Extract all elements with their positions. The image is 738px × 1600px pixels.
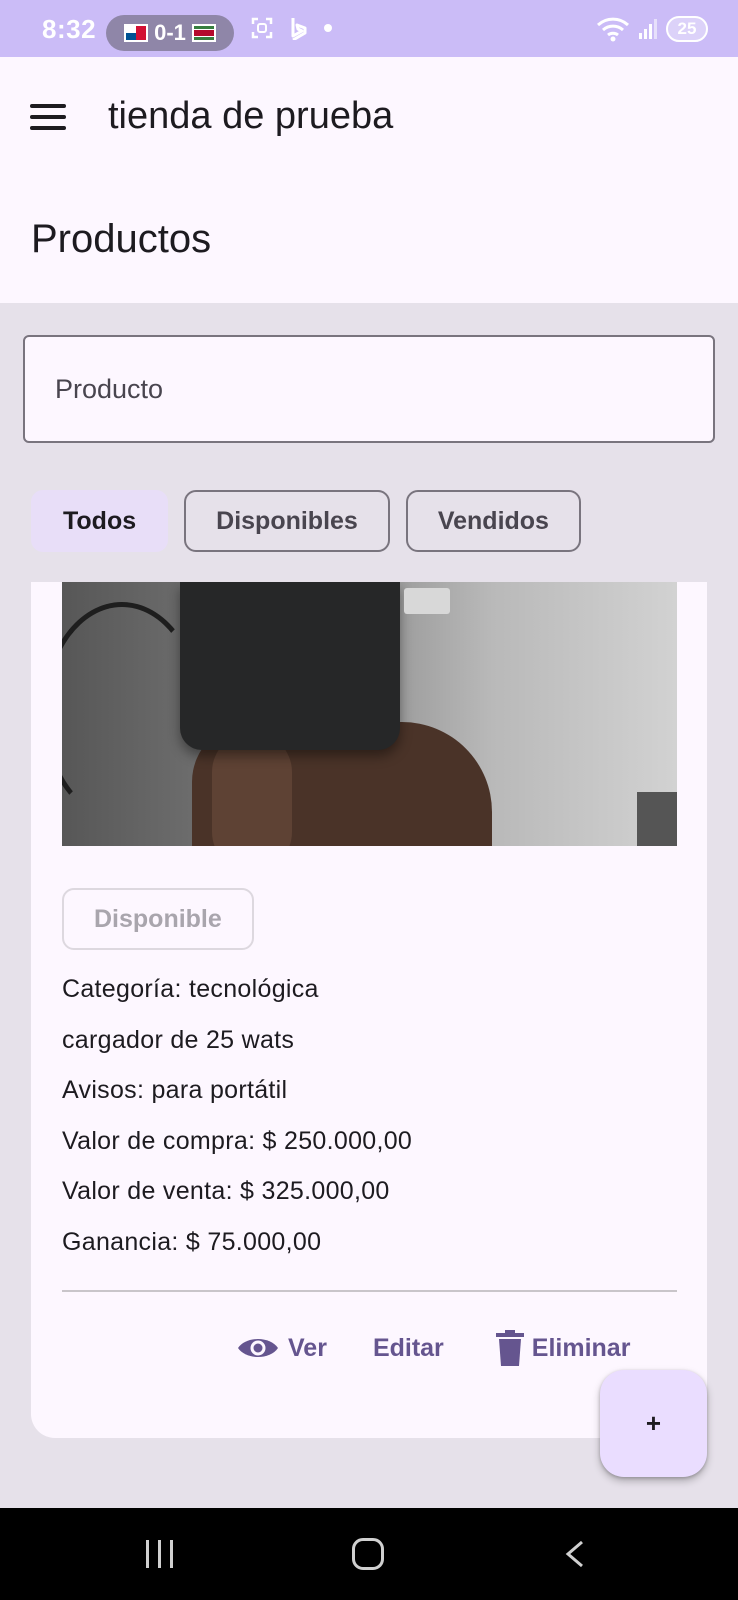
filter-chips: Todos Disponibles Vendidos	[31, 490, 581, 552]
wifi-icon	[596, 17, 630, 42]
app-title: tienda de prueba	[108, 95, 394, 137]
menu-icon	[30, 104, 66, 108]
edit-label: Editar	[372, 1333, 444, 1362]
product-details: Categoría: tecnológica cargador de 25 wa…	[62, 974, 677, 1277]
delete-label: Eliminar	[531, 1333, 631, 1362]
edit-button[interactable]: Editar	[373, 1324, 444, 1372]
divider	[62, 1290, 677, 1292]
suriname-flag-icon	[191, 24, 216, 42]
eye-icon	[238, 1339, 278, 1357]
product-notes: Avisos: para portátil	[62, 1076, 288, 1104]
status-bar: 8:32 0-1 25	[0, 0, 738, 57]
filter-chip-disponibles[interactable]: Disponibles	[184, 490, 390, 552]
view-button[interactable]: Ver	[236, 1324, 327, 1372]
live-score-pill[interactable]: 0-1	[106, 15, 234, 51]
delete-button[interactable]: Eliminar	[495, 1324, 631, 1372]
screen: 8:32 0-1 25 tienda de prueba Productos P…	[0, 0, 738, 1600]
product-purchase-price: Valor de compra: $ 250.000,00	[62, 1126, 413, 1155]
menu-button[interactable]	[30, 93, 78, 141]
product-category: Categoría: tecnológica	[62, 975, 319, 1003]
status-time: 8:32	[42, 14, 97, 44]
back-icon[interactable]	[562, 1540, 590, 1568]
app-bar: tienda de prueba Productos	[0, 57, 738, 303]
add-product-fab[interactable]: +	[600, 1370, 707, 1477]
product-card: Disponible Categoría: tecnológica cargad…	[31, 582, 707, 1438]
panama-flag-icon	[124, 24, 149, 42]
bing-icon	[291, 18, 307, 40]
trash-icon	[495, 1330, 524, 1366]
system-nav-bar	[0, 1508, 738, 1600]
product-image	[62, 582, 677, 846]
product-description: cargador de 25 wats	[62, 1025, 295, 1054]
view-label: Ver	[288, 1333, 327, 1362]
card-actions: Ver Editar Eliminar	[236, 1324, 630, 1372]
home-icon[interactable]	[352, 1538, 384, 1570]
filter-chip-todos[interactable]: Todos	[31, 490, 169, 552]
signal-icon	[639, 19, 657, 39]
recents-icon[interactable]	[146, 1540, 173, 1568]
filter-chip-vendidos[interactable]: Vendidos	[405, 490, 581, 552]
page-title: Productos	[31, 217, 212, 261]
battery-level: 25	[677, 19, 697, 38]
status-badge: Disponible	[62, 888, 254, 950]
search-input[interactable]	[55, 373, 713, 405]
product-profit: Ganancia: $ 75.000,00	[62, 1227, 322, 1256]
score-text: 0-1	[154, 20, 186, 45]
battery-icon: 25	[666, 16, 708, 42]
notification-dot-icon	[324, 24, 332, 32]
screenshot-icon	[251, 17, 273, 39]
product-sale-price: Valor de venta: $ 325.000,00	[62, 1177, 390, 1205]
system-icons: 25	[596, 16, 708, 42]
product-search-field[interactable]	[23, 335, 715, 443]
notification-icons	[250, 16, 332, 40]
